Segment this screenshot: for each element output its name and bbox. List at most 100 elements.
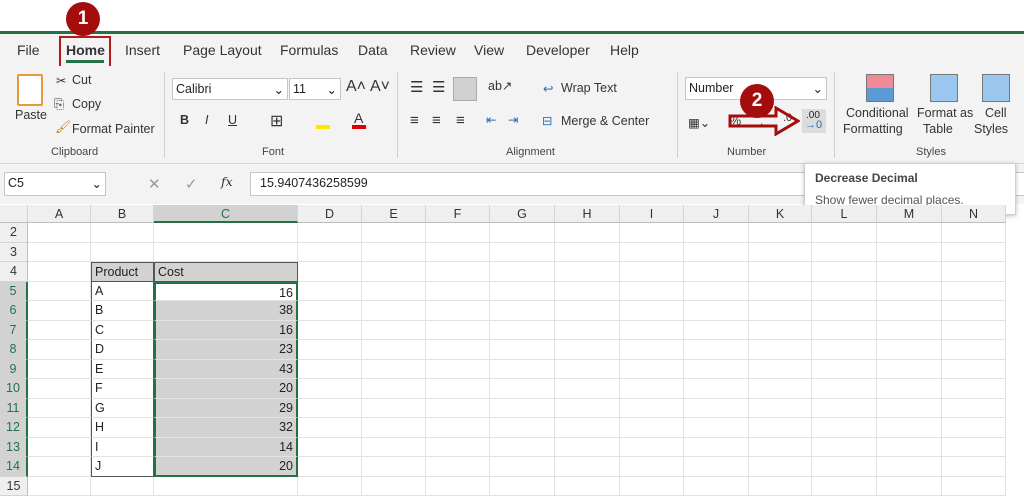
tab-view[interactable]: View (474, 42, 504, 58)
cell[interactable] (426, 437, 490, 457)
cell[interactable] (812, 457, 877, 477)
cell[interactable] (942, 281, 1006, 301)
cell[interactable] (362, 262, 426, 282)
cell[interactable] (490, 301, 555, 321)
cell[interactable] (490, 457, 555, 477)
cell[interactable] (426, 418, 490, 438)
cell[interactable] (555, 418, 620, 438)
underline-button[interactable]: U (228, 113, 237, 127)
column-header-g[interactable]: G (490, 205, 555, 223)
name-box[interactable]: C5 ⌄ (4, 172, 106, 196)
cell[interactable] (28, 398, 91, 418)
cell[interactable] (812, 301, 877, 321)
cell[interactable] (154, 476, 298, 496)
row-header-14[interactable]: 14 (0, 457, 28, 477)
align-middle-icon[interactable]: ☰ (432, 78, 445, 96)
cost-cell[interactable]: 32 (154, 418, 298, 438)
cell[interactable] (812, 359, 877, 379)
cell[interactable] (298, 476, 362, 496)
product-cell[interactable]: C (91, 320, 154, 340)
align-top-icon[interactable]: ☰ (410, 78, 423, 96)
cell[interactable] (684, 301, 749, 321)
column-header-h[interactable]: H (555, 205, 620, 223)
cell[interactable] (555, 437, 620, 457)
cell[interactable] (426, 281, 490, 301)
paste-button[interactable]: Paste (15, 108, 47, 122)
cell[interactable] (426, 340, 490, 360)
cell[interactable] (812, 379, 877, 399)
tab-developer[interactable]: Developer (526, 42, 590, 58)
cell[interactable] (28, 379, 91, 399)
product-cell[interactable]: A (91, 281, 154, 301)
row-header-6[interactable]: 6 (0, 301, 28, 321)
cell[interactable] (684, 476, 749, 496)
cell[interactable] (362, 242, 426, 262)
row-header-9[interactable]: 9 (0, 359, 28, 379)
cell[interactable] (555, 320, 620, 340)
font-name-select[interactable]: Calibri ⌄ (172, 78, 288, 100)
cut-button[interactable]: Cut (72, 73, 91, 87)
cell[interactable] (555, 281, 620, 301)
cell[interactable] (490, 418, 555, 438)
font-color-icon[interactable]: A (354, 110, 363, 126)
column-header-j[interactable]: J (684, 205, 749, 223)
cell[interactable] (812, 320, 877, 340)
row-header-8[interactable]: 8 (0, 340, 28, 360)
format-as-table-button[interactable]: Format as (917, 106, 973, 120)
cell[interactable] (362, 320, 426, 340)
cell[interactable] (426, 223, 490, 243)
cell[interactable] (684, 340, 749, 360)
cell[interactable] (812, 262, 877, 282)
cell[interactable] (426, 242, 490, 262)
tab-insert[interactable]: Insert (125, 42, 160, 58)
cell[interactable] (555, 223, 620, 243)
conditional-formatting-button[interactable]: Conditional (846, 106, 909, 120)
cell[interactable] (749, 281, 812, 301)
cell[interactable] (942, 457, 1006, 477)
cell[interactable] (620, 359, 684, 379)
cell[interactable] (812, 281, 877, 301)
cell[interactable] (362, 301, 426, 321)
cell[interactable] (749, 242, 812, 262)
cell[interactable] (749, 379, 812, 399)
cell[interactable] (154, 223, 298, 243)
column-header-a[interactable]: A (28, 205, 91, 223)
cell[interactable] (620, 398, 684, 418)
cell[interactable] (28, 262, 91, 282)
cell[interactable] (749, 398, 812, 418)
cell[interactable] (749, 301, 812, 321)
cell[interactable] (555, 398, 620, 418)
cell[interactable] (490, 340, 555, 360)
cell[interactable] (555, 476, 620, 496)
tab-file[interactable]: File (17, 42, 40, 58)
select-all-corner[interactable] (0, 205, 28, 223)
cell[interactable] (877, 262, 942, 282)
paste-icon[interactable] (17, 74, 43, 106)
cell[interactable] (91, 223, 154, 243)
cell[interactable] (877, 223, 942, 243)
cell[interactable] (942, 340, 1006, 360)
header-product[interactable]: Product (91, 262, 154, 282)
cell[interactable] (298, 223, 362, 243)
cost-cell[interactable]: 14 (154, 437, 298, 457)
cell[interactable] (298, 379, 362, 399)
cell[interactable] (298, 418, 362, 438)
column-header-i[interactable]: I (620, 205, 684, 223)
cell[interactable] (362, 457, 426, 477)
decrease-indent-icon[interactable]: ⇤ (486, 112, 496, 127)
cell[interactable] (426, 320, 490, 340)
cost-cell[interactable]: 38 (154, 301, 298, 321)
cell[interactable] (28, 457, 91, 477)
cell[interactable] (362, 379, 426, 399)
cell[interactable] (362, 437, 426, 457)
wrap-text-button[interactable]: Wrap Text (561, 81, 617, 95)
row-header-5[interactable]: 5 (0, 281, 28, 301)
borders-icon[interactable]: ⊞ (270, 111, 283, 131)
cell[interactable] (154, 242, 298, 262)
cell[interactable] (362, 223, 426, 243)
row-header-11[interactable]: 11 (0, 398, 28, 418)
cell[interactable] (28, 418, 91, 438)
cell[interactable] (684, 262, 749, 282)
cell[interactable] (28, 301, 91, 321)
product-cell[interactable]: B (91, 301, 154, 321)
